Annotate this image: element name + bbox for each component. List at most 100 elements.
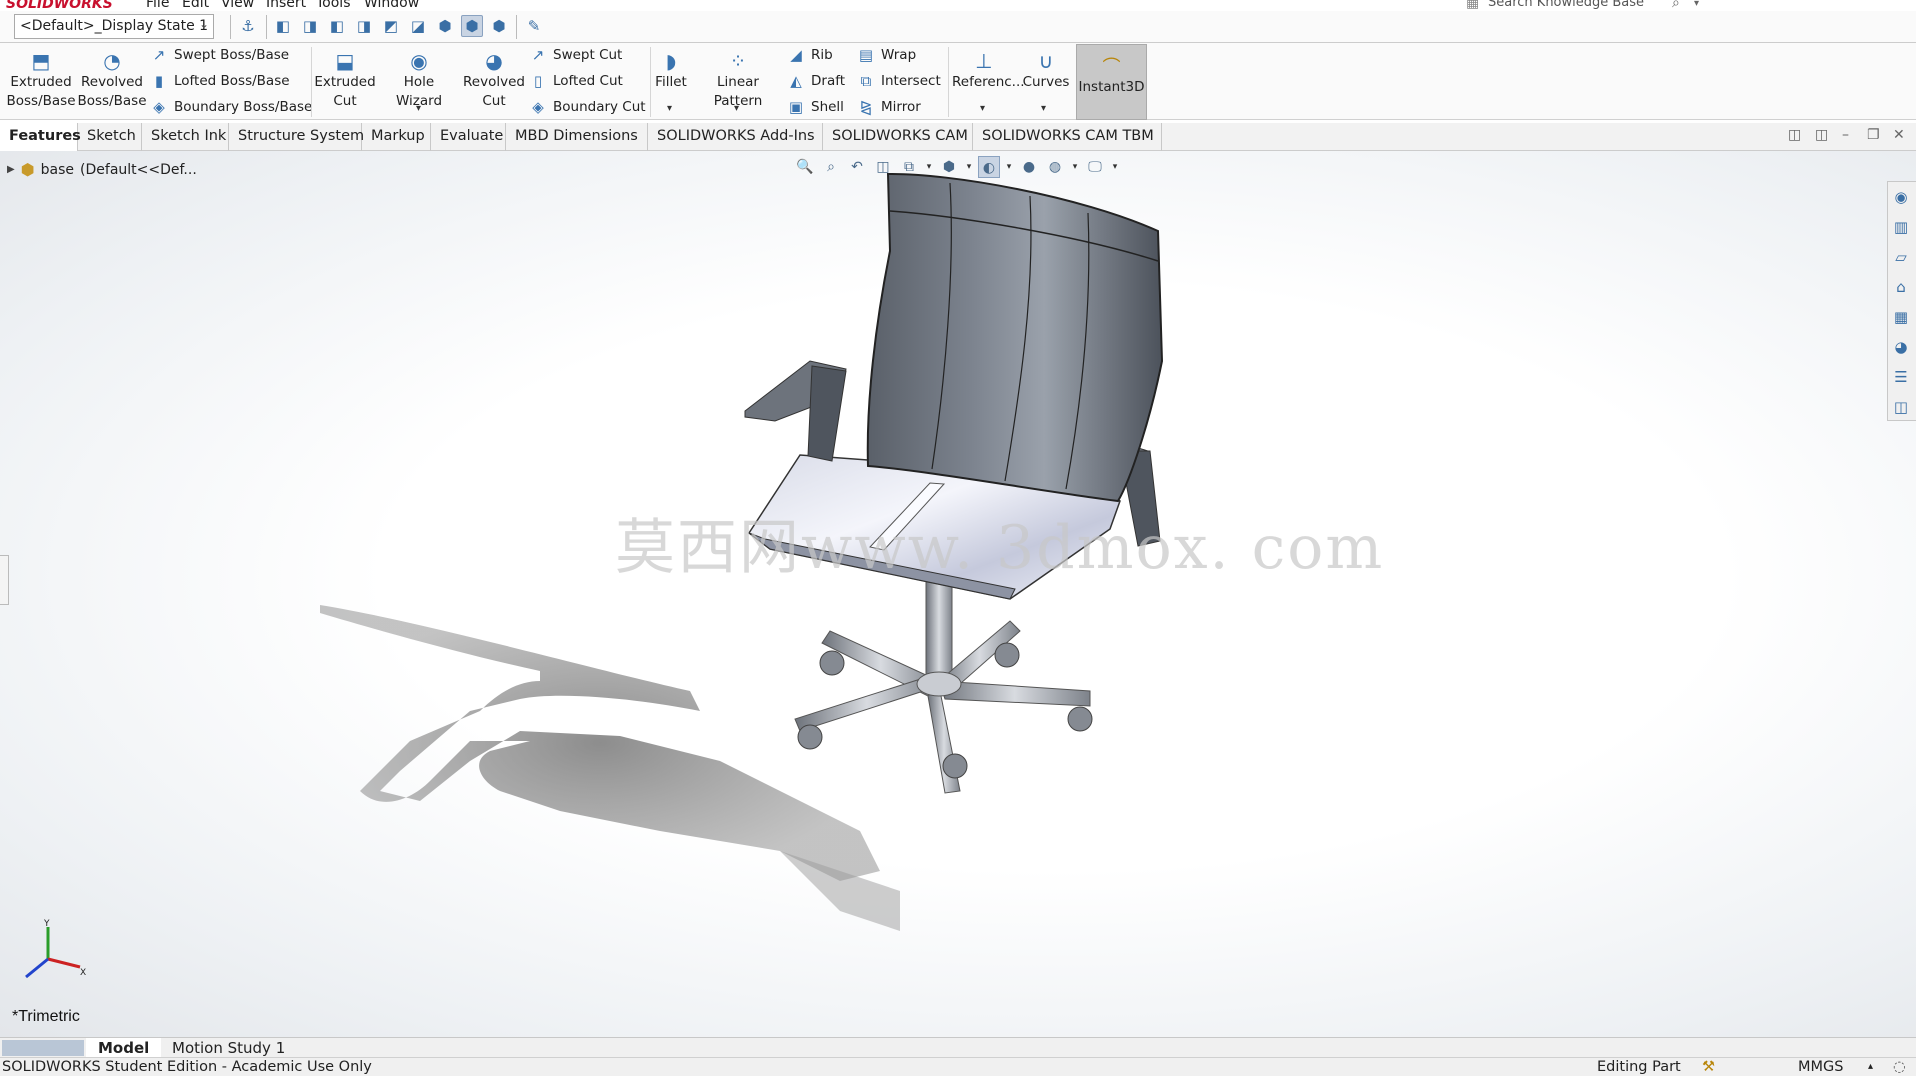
tab-features[interactable]: Features xyxy=(0,123,81,151)
mirror-button[interactable]: ⧎ Mirror xyxy=(857,98,921,116)
appearance-icon[interactable]: ● xyxy=(1018,156,1040,178)
home-icon[interactable]: ⌂ xyxy=(1888,272,1914,302)
menu-insert[interactable]: Insert xyxy=(266,0,306,11)
hole-wizard-dropdown-icon[interactable]: ▾ xyxy=(416,103,421,114)
tab-scroll-arrows[interactable] xyxy=(2,1040,84,1056)
instant3d-button[interactable]: ⌒ Instant3D xyxy=(1076,44,1147,120)
revolved-cut-button[interactable]: ◕ Revolved Cut xyxy=(460,49,528,111)
tab-evaluate[interactable]: Evaluate xyxy=(431,123,506,151)
view-back-icon[interactable]: ◨ xyxy=(299,15,321,37)
solidworks-resources-icon[interactable]: ◉ xyxy=(1888,182,1914,212)
search-scope-icon[interactable]: ▦ xyxy=(1466,0,1479,11)
chair-model[interactable] xyxy=(0,151,1916,1037)
unit-dropdown-icon[interactable]: ▴ xyxy=(1868,1061,1873,1072)
graphics-area[interactable]: ▶ ⬢ base (Default<<Def... 🔍 ⌕ ↶ ◫ ⧉ ▾ ⬢ … xyxy=(0,151,1916,1037)
reference-geometry-button[interactable]: ⊥ Referenc... xyxy=(952,49,1025,92)
lofted-cut-button[interactable]: ▯ Lofted Cut xyxy=(529,72,623,90)
dropdown-arrow-icon[interactable]: ▾ xyxy=(964,156,974,178)
tab-motion-study-1[interactable]: Motion Study 1 xyxy=(160,1038,297,1058)
intersect-button[interactable]: ⧉ Intersect xyxy=(857,72,941,90)
section-view-icon[interactable]: ◫ xyxy=(872,156,894,178)
view-palette-icon[interactable]: ▦ xyxy=(1888,302,1914,332)
zoom-to-fit-icon[interactable]: 🔍 xyxy=(794,156,816,178)
tab-structure-system[interactable]: Structure System xyxy=(229,123,364,151)
extruded-cut-button[interactable]: ⬓ Extruded Cut xyxy=(311,49,379,111)
tab-sketch-ink[interactable]: Sketch Ink xyxy=(142,123,229,151)
rebuild-icon[interactable]: ⚒ xyxy=(1702,1059,1715,1075)
dropdown-arrow-icon[interactable]: ▾ xyxy=(1110,156,1120,178)
shell-button[interactable]: ▣ Shell xyxy=(787,98,844,116)
linear-pattern-dropdown-icon[interactable]: ▾ xyxy=(734,103,739,114)
normal-to-icon[interactable]: ⚓ xyxy=(237,15,259,37)
boundary-cut-button[interactable]: ◈ Boundary Cut xyxy=(529,98,645,116)
view-top-icon[interactable]: ◩ xyxy=(380,15,402,37)
view-trimetric-icon[interactable]: ⬢ xyxy=(461,15,483,37)
tab-solidworks-cam-tbm[interactable]: SOLIDWORKS CAM TBM xyxy=(973,123,1162,151)
reference-dropdown-icon[interactable]: ▾ xyxy=(980,103,985,114)
tab-solidworks-cam[interactable]: SOLIDWORKS CAM xyxy=(823,123,973,151)
rib-button[interactable]: ◢ Rib xyxy=(787,46,832,64)
fillet-dropdown-icon[interactable]: ▾ xyxy=(667,103,672,114)
view-isometric-icon[interactable]: ⬢ xyxy=(434,15,456,37)
restore-icon[interactable]: ❐ xyxy=(1867,127,1880,143)
fillet-button[interactable]: ◗ Fillet xyxy=(654,49,688,92)
minimize-icon[interactable]: – xyxy=(1842,127,1849,143)
linear-pattern-icon: ⁘ xyxy=(729,49,747,73)
dynamic-annotation-icon[interactable]: ⧉ xyxy=(898,156,920,178)
unit-system-text[interactable]: MMGS xyxy=(1798,1059,1843,1075)
view-front-icon[interactable]: ◧ xyxy=(272,15,294,37)
menu-edit[interactable]: Edit xyxy=(182,0,209,11)
boundary-boss-button[interactable]: ◈ Boundary Boss/Base xyxy=(150,98,312,116)
tile-left-icon[interactable]: ◫ xyxy=(1788,127,1801,143)
previous-view-icon[interactable]: ↶ xyxy=(846,156,868,178)
dropdown-arrow-icon[interactable]: ▾ xyxy=(1070,156,1080,178)
view-bottom-icon[interactable]: ◪ xyxy=(407,15,429,37)
draft-button[interactable]: ◭ Draft xyxy=(787,72,845,90)
display-style-icon[interactable]: ◐ xyxy=(978,156,1000,178)
menu-tools[interactable]: Tools xyxy=(316,0,351,11)
display-state-dropdown[interactable]: <Default>_Display State 1 ⌄ xyxy=(14,14,214,39)
hole-wizard-button[interactable]: ◉ Hole Wizard xyxy=(380,49,458,111)
menu-file[interactable]: File xyxy=(146,0,169,11)
dropdown-arrow-icon[interactable]: ▾ xyxy=(924,156,934,178)
feature-tree-flyout[interactable]: ▶ ⬢ base (Default<<Def... xyxy=(7,160,197,179)
lofted-boss-button[interactable]: ▮ Lofted Boss/Base xyxy=(150,72,290,90)
tab-solidworks-add-ins[interactable]: SOLIDWORKS Add-Ins xyxy=(648,123,823,151)
revolved-boss-button[interactable]: ◔ Revolved Boss/Base xyxy=(77,49,147,111)
search-icon[interactable]: ⌕ xyxy=(1672,0,1680,11)
menu-window[interactable]: Window xyxy=(364,0,419,11)
scene-icon[interactable]: ◍ xyxy=(1044,156,1066,178)
view-orientation-icon[interactable]: ⬢ xyxy=(938,156,960,178)
wrap-button[interactable]: ▤ Wrap xyxy=(857,46,916,64)
search-input[interactable]: Search Knowledge Base xyxy=(1488,0,1644,10)
linear-pattern-button[interactable]: ⁘ Linear Pattern xyxy=(692,49,784,111)
tile-right-icon[interactable]: ◫ xyxy=(1815,127,1828,143)
zoom-to-area-icon[interactable]: ⌕ xyxy=(820,156,842,178)
menu-view[interactable]: View xyxy=(221,0,254,11)
search-dropdown-icon[interactable]: ▾ xyxy=(1694,0,1699,9)
swept-cut-button[interactable]: ↗ Swept Cut xyxy=(529,46,623,64)
close-icon[interactable]: ✕ xyxy=(1893,127,1905,143)
forum-icon[interactable]: ◫ xyxy=(1888,392,1914,422)
comments-icon[interactable]: ◌ xyxy=(1893,1059,1906,1075)
curves-dropdown-icon[interactable]: ▾ xyxy=(1041,103,1046,114)
view-settings-icon[interactable]: 🖵 xyxy=(1084,156,1106,178)
tab-markup[interactable]: Markup xyxy=(362,123,431,151)
swept-boss-button[interactable]: ↗ Swept Boss/Base xyxy=(150,46,289,64)
appearances-icon[interactable]: ◕ xyxy=(1888,332,1914,362)
file-explorer-icon[interactable]: ▱ xyxy=(1888,242,1914,272)
panel-toggle-handle[interactable] xyxy=(0,555,9,605)
curves-button[interactable]: ∪ Curves xyxy=(1020,49,1072,92)
dropdown-arrow-icon[interactable]: ▾ xyxy=(1004,156,1014,178)
design-library-icon[interactable]: ▥ xyxy=(1888,212,1914,242)
tab-sketch[interactable]: Sketch xyxy=(78,123,142,151)
custom-properties-icon[interactable]: ☰ xyxy=(1888,362,1914,392)
tab-model[interactable]: Model xyxy=(86,1038,162,1058)
view-left-icon[interactable]: ◧ xyxy=(326,15,348,37)
expand-arrow-icon[interactable]: ▶ xyxy=(7,164,15,175)
tab-mbd-dimensions[interactable]: MBD Dimensions xyxy=(506,123,648,151)
view-right-icon[interactable]: ◨ xyxy=(353,15,375,37)
view-dimetric-icon[interactable]: ⬢ xyxy=(488,15,510,37)
extruded-boss-button[interactable]: ⬒ Extruded Boss/Base xyxy=(6,49,76,111)
sketch-pencil-icon[interactable]: ✎ xyxy=(523,15,545,37)
